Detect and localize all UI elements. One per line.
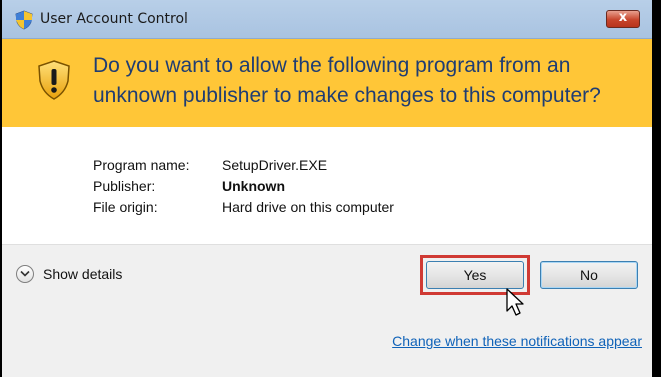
title-bar: User Account Control x: [2, 0, 652, 39]
warning-shield-icon: [38, 60, 70, 100]
publisher-value: Unknown: [222, 178, 285, 194]
file-origin-value: Hard drive on this computer: [222, 199, 394, 215]
detail-label: Program name:: [93, 157, 190, 173]
mouse-pointer-icon: [506, 288, 524, 316]
detail-row-program-name: Program name: SetupDriver.EXE: [93, 157, 394, 178]
chevron-down-icon: [16, 265, 34, 283]
detail-row-file-origin: File origin: Hard drive on this computer: [93, 199, 394, 220]
detail-label: File origin:: [93, 199, 158, 215]
no-button[interactable]: No: [540, 261, 638, 289]
show-details-label: Show details: [43, 266, 123, 282]
notification-settings-link[interactable]: Change when these notifications appear: [392, 333, 642, 349]
uac-shield-icon: [15, 10, 33, 30]
prompt-question: Do you want to allow the following progr…: [93, 54, 601, 107]
program-details: Program name: SetupDriver.EXE Publisher: U…: [93, 157, 394, 220]
warning-banner: Do you want to allow the following progr…: [2, 39, 652, 127]
detail-label: Publisher:: [93, 178, 156, 194]
close-button[interactable]: x: [606, 10, 640, 28]
close-icon: x: [618, 10, 628, 25]
program-name-value: SetupDriver.EXE: [222, 157, 328, 173]
show-details-toggle[interactable]: Show details: [16, 263, 122, 285]
dialog-footer: Show details Yes No Change when these no…: [2, 244, 652, 377]
detail-row-publisher: Publisher: Unknown: [93, 178, 394, 199]
background-edge: [652, 0, 661, 376]
window-title: User Account Control: [40, 11, 188, 27]
uac-dialog: User Account Control x Do you want to al…: [2, 0, 652, 377]
